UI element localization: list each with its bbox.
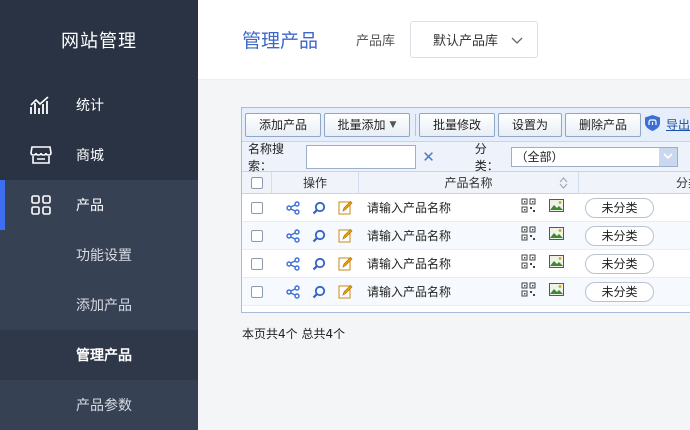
product-name: 请输入产品名称 [367, 229, 452, 243]
library-select[interactable]: 默认产品库 [410, 21, 539, 58]
table-row: 请输入产品名称 未分类 [242, 278, 690, 306]
sidebar-subitem-manage-products[interactable]: 管理产品 [0, 330, 198, 380]
sidebar-subitem-add-product[interactable]: 添加产品 [0, 280, 198, 330]
qr-code-icon[interactable] [521, 226, 536, 244]
category-select-value: （全部） [515, 150, 564, 164]
table-header: 操作 产品名称 分类 [242, 172, 690, 194]
sidebar-item-store[interactable]: 商城 [0, 130, 198, 180]
category-header: 分类 [675, 176, 690, 190]
sidebar-subitem-settings[interactable]: 功能设置 [0, 230, 198, 280]
batch-add-label: 批量添加 [337, 118, 386, 132]
batch-add-button[interactable]: 批量添加 ▼ [324, 112, 410, 137]
export-link[interactable]: 导出 [644, 114, 690, 135]
row-checkbox[interactable] [251, 201, 263, 214]
chart-icon [30, 94, 52, 116]
table-row: 请输入产品名称 未分类 [242, 222, 690, 250]
search-icon[interactable] [306, 257, 332, 271]
page-title: 管理产品 [242, 30, 319, 52]
edit-icon[interactable] [332, 200, 358, 215]
sidebar-item-label: 商城 [76, 148, 104, 164]
select-all-checkbox[interactable] [250, 176, 263, 189]
name-search-input[interactable] [306, 144, 417, 169]
row-checkbox[interactable] [251, 285, 263, 298]
category-pill[interactable]: 未分类 [585, 253, 654, 274]
sidebar: 网站管理 统计 商城 产品 功能设置 添加产品 管理产品 产品参数 [0, 0, 198, 430]
qr-code-icon[interactable] [521, 254, 536, 272]
share-icon[interactable] [280, 228, 306, 243]
toolbar: 添加产品 批量添加 ▼ 批量修改 设置为 删除产品 导出 [242, 108, 690, 142]
qr-code-icon[interactable] [521, 282, 536, 300]
chevron-down-icon [511, 34, 523, 49]
name-header[interactable]: 产品名称 [359, 172, 579, 193]
grid-icon [30, 194, 52, 216]
image-icon[interactable] [549, 255, 564, 271]
product-name: 请输入产品名称 [367, 201, 452, 215]
sidebar-item-label: 产品 [76, 198, 104, 214]
product-table-panel: 添加产品 批量添加 ▼ 批量修改 设置为 删除产品 导出 名称搜索： ✕ 分类：… [241, 107, 690, 313]
category-pill[interactable]: 未分类 [585, 281, 654, 302]
library-select-value: 默认产品库 [433, 34, 499, 49]
name-header-label: 产品名称 [444, 176, 493, 190]
image-icon[interactable] [549, 199, 564, 215]
header: 管理产品 产品库 默认产品库 [198, 0, 690, 80]
sidebar-item-stats[interactable]: 统计 [0, 80, 198, 130]
table-body: 请输入产品名称 未分类 请输入产品名称 未分类 请输入产品名称 未分类 请输入产… [242, 194, 690, 306]
ops-header: 操作 [272, 172, 359, 193]
product-name: 请输入产品名称 [367, 257, 452, 271]
search-label: 名称搜索： [248, 141, 285, 173]
clear-search-icon[interactable]: ✕ [422, 148, 435, 166]
category-pill[interactable]: 未分类 [585, 197, 654, 218]
add-product-button[interactable]: 添加产品 [245, 112, 321, 137]
share-icon[interactable] [280, 256, 306, 271]
edit-icon[interactable] [332, 284, 358, 299]
chevron-down-icon [658, 147, 677, 166]
sidebar-item-products[interactable]: 产品 [0, 180, 198, 230]
edit-icon[interactable] [332, 256, 358, 271]
delete-product-button[interactable]: 删除产品 [565, 112, 641, 137]
sort-icon[interactable] [559, 177, 568, 192]
filter-bar: 名称搜索： ✕ 分类： （全部） [242, 141, 690, 173]
search-icon[interactable] [306, 201, 332, 215]
category-label: 分类： [474, 141, 499, 173]
image-icon[interactable] [549, 227, 564, 243]
share-icon[interactable] [280, 200, 306, 215]
library-label: 产品库 [356, 34, 396, 49]
store-icon [30, 144, 52, 166]
row-checkbox[interactable] [251, 257, 263, 270]
category-select[interactable]: （全部） [510, 146, 678, 167]
select-all-cell [242, 172, 272, 193]
search-icon[interactable] [306, 229, 332, 243]
sidebar-brand: 网站管理 [61, 31, 137, 52]
edit-icon[interactable] [332, 228, 358, 243]
batch-edit-button[interactable]: 批量修改 [419, 112, 495, 137]
page-info: 本页共4个 总共4个 [242, 327, 346, 341]
share-icon[interactable] [280, 284, 306, 299]
product-name: 请输入产品名称 [367, 285, 452, 299]
set-as-button[interactable]: 设置为 [498, 112, 562, 137]
table-row: 请输入产品名称 未分类 [242, 250, 690, 278]
qr-code-icon[interactable] [521, 198, 536, 216]
shop-shield-icon [644, 114, 661, 135]
category-pill[interactable]: 未分类 [585, 225, 654, 246]
row-checkbox[interactable] [251, 229, 263, 242]
sidebar-subitem-product-params[interactable]: 产品参数 [0, 380, 198, 430]
caret-down-icon: ▼ [389, 119, 397, 130]
table-row: 请输入产品名称 未分类 [242, 194, 690, 222]
image-icon[interactable] [549, 283, 564, 299]
sidebar-item-label: 统计 [76, 98, 104, 114]
search-icon[interactable] [306, 285, 332, 299]
export-label: 导出 [666, 118, 690, 132]
toolbar-divider [415, 113, 416, 136]
